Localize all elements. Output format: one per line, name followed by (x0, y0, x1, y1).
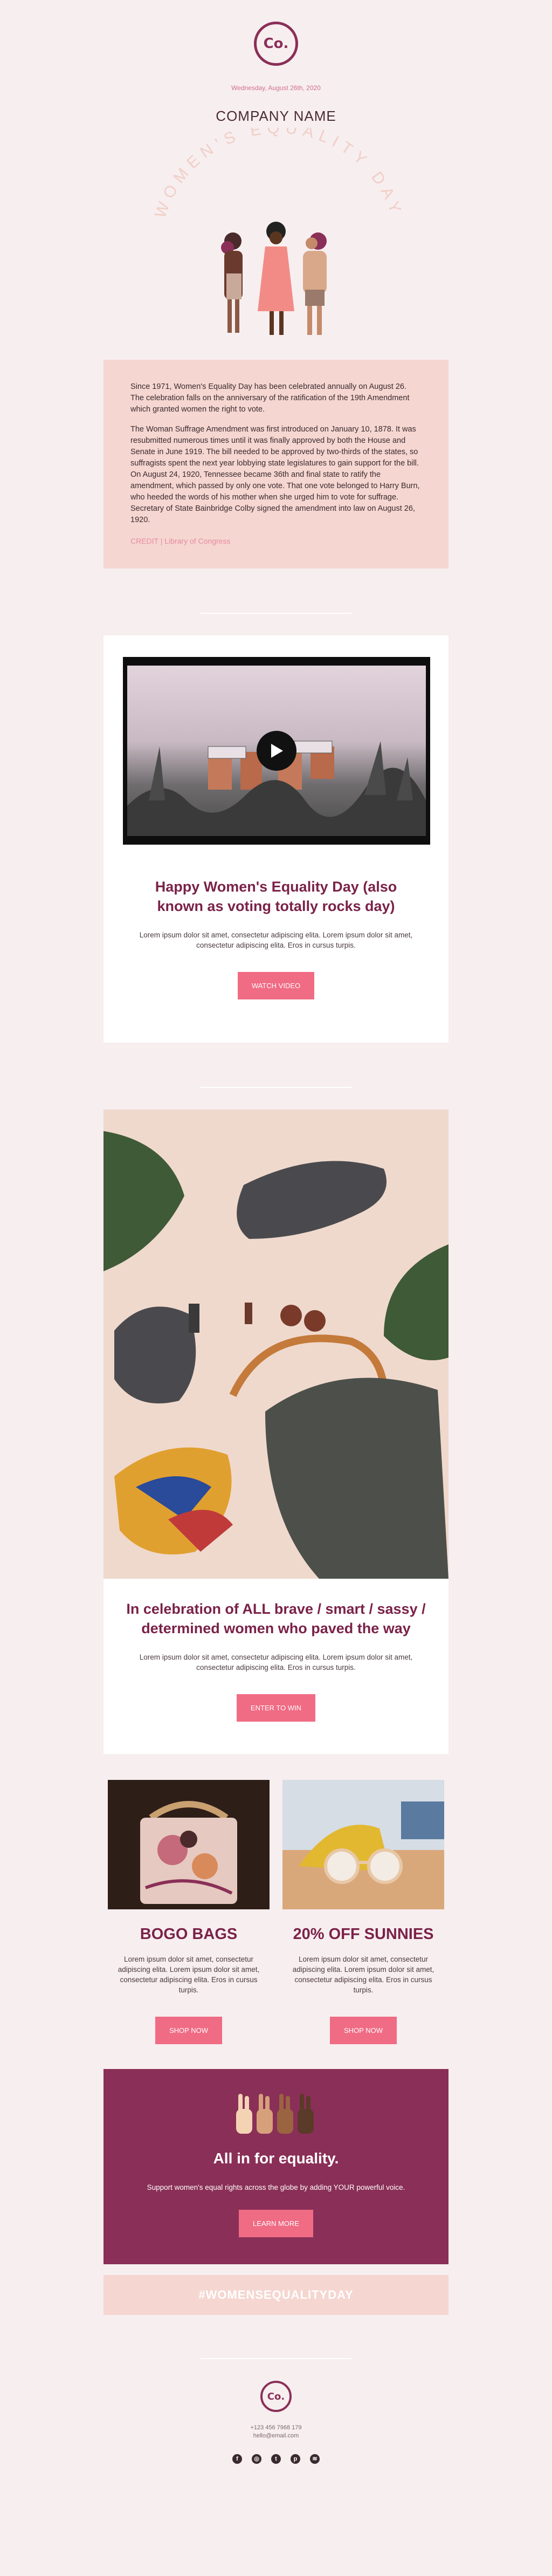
promo-bags-description: Lorem ipsum dolor sit amet, consectetur … (118, 1955, 260, 1994)
video-still (127, 666, 426, 836)
company-name: COMPANY NAME (216, 108, 336, 124)
svg-text:WOMEN'S EQUALITY DAY: WOMEN'S EQUALITY DAY (151, 128, 406, 221)
video-description: Lorem ipsum dolor sit amet, consectetur … (139, 931, 413, 949)
flatlay-photo (104, 1109, 448, 1579)
celebration-title: In celebration of ALL brave / smart / sa… (126, 1601, 426, 1636)
equality-description: Support women's equal rights across the … (147, 2183, 405, 2191)
credit-link[interactable]: CREDIT | Library of Congress (130, 536, 422, 547)
footer-logo-text: Co. (267, 2390, 285, 2402)
footer: Co. +123 456 7968 179 hello@email.com f … (0, 2358, 552, 2464)
arc-heading-text: WOMEN'S EQUALITY DAY (151, 119, 401, 221)
peace-hands-icon (233, 2091, 319, 2139)
video-title: Happy Women's Equality Day (also known a… (155, 879, 397, 914)
contact-info: +123 456 7968 179 hello@email.com (0, 2424, 552, 2440)
header: Co. Wednesday, August 26th, 2020 COMPANY… (0, 0, 552, 125)
pinterest-icon[interactable]: p (291, 2454, 300, 2464)
date-text: Wednesday, August 26th, 2020 (231, 84, 321, 92)
logo-text: Co. (263, 36, 289, 52)
learn-more-button[interactable]: LEARN MORE (239, 2210, 313, 2237)
divider (201, 1087, 351, 1088)
shop-sunglasses-button[interactable]: SHOP NOW (330, 2017, 397, 2044)
spotify-icon[interactable]: ≋ (310, 2454, 320, 2464)
promo-sunglasses-title: 20% OFF SUNNIES (293, 1926, 434, 1943)
bag-photo[interactable] (108, 1780, 270, 1909)
instagram-icon[interactable]: ◎ (252, 2454, 261, 2464)
divider (201, 2358, 351, 2359)
company-logo[interactable]: Co. (254, 22, 298, 66)
celebration-card: In celebration of ALL brave / smart / sa… (104, 1109, 448, 1754)
promo-sunglasses-description: Lorem ipsum dolor sit amet, consectetur … (292, 1955, 434, 1994)
promo-bags: BOGO BAGS Lorem ipsum dolor sit amet, co… (108, 1780, 270, 2044)
video-card: Happy Women's Equality Day (also known a… (104, 635, 448, 1043)
email-address[interactable]: hello@email.com (0, 2432, 552, 2440)
promo-columns: BOGO BAGS Lorem ipsum dolor sit amet, co… (108, 1780, 444, 2044)
divider (201, 613, 351, 614)
promo-sunglasses: 20% OFF SUNNIES Lorem ipsum dolor sit am… (282, 1780, 444, 2044)
promo-bags-title: BOGO BAGS (140, 1926, 238, 1943)
watch-video-button[interactable]: WATCH VIDEO (237, 972, 315, 999)
footer-logo[interactable]: Co. (260, 2381, 292, 2412)
enter-to-win-button[interactable]: ENTER TO WIN (236, 1694, 316, 1722)
sunglasses-photo[interactable] (282, 1780, 444, 1909)
twitter-icon[interactable]: t (271, 2454, 281, 2464)
equality-banner: All in for equality. Support women's equ… (104, 2069, 448, 2264)
history-panel: Since 1971, Women's Equality Day has bee… (104, 360, 448, 568)
women-illustration (206, 220, 346, 344)
email-page: Co. Wednesday, August 26th, 2020 COMPANY… (0, 0, 552, 2576)
play-button[interactable] (257, 731, 296, 771)
history-paragraph: Since 1971, Women's Equality Day has bee… (130, 382, 410, 414)
play-icon (271, 744, 283, 758)
social-links: f ◎ t p ≋ (0, 2454, 552, 2464)
phone-number[interactable]: +123 456 7968 179 (0, 2424, 552, 2432)
history-paragraph: The Woman Suffrage Amendment was first i… (130, 425, 420, 524)
hashtag-banner: #WOMENSEQUALITYDAY (104, 2275, 448, 2315)
equality-title: All in for equality. (213, 2150, 339, 2167)
facebook-icon[interactable]: f (232, 2454, 242, 2464)
celebration-description: Lorem ipsum dolor sit amet, consectetur … (139, 1653, 413, 1671)
shop-bags-button[interactable]: SHOP NOW (155, 2017, 222, 2044)
video-thumbnail[interactable] (123, 657, 430, 845)
